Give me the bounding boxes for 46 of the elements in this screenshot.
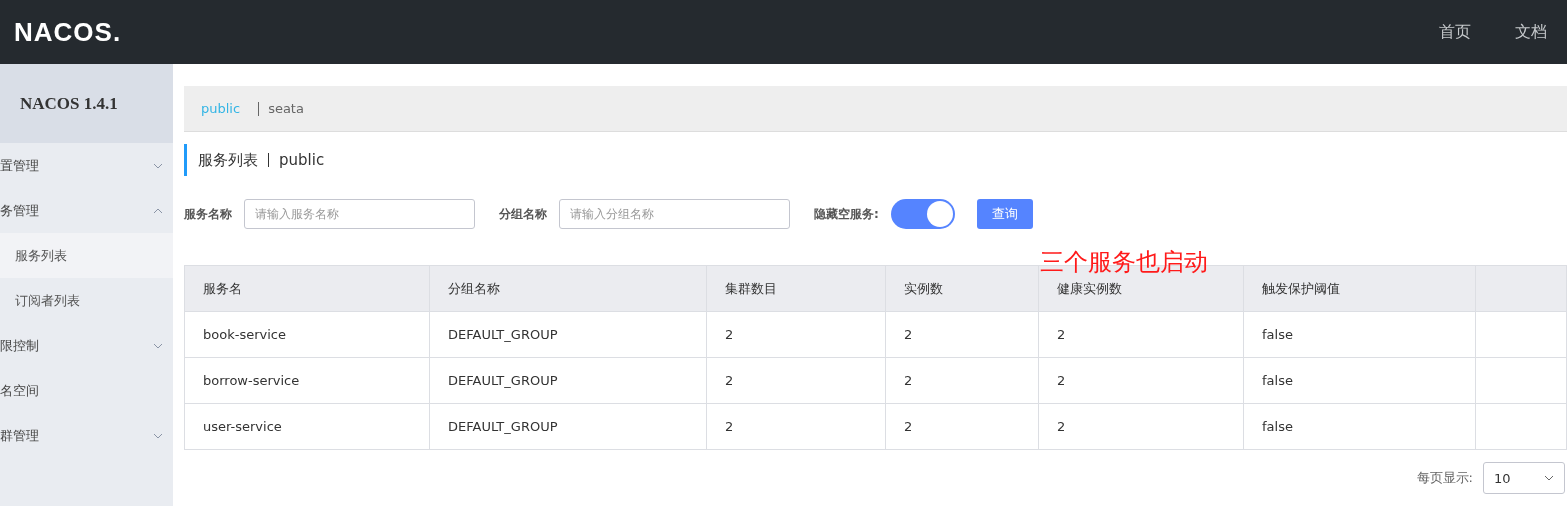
table-cell: DEFAULT_GROUP xyxy=(429,403,707,450)
table-cell: false xyxy=(1243,403,1476,450)
table-cell: 2 xyxy=(706,403,886,450)
chevron-icon xyxy=(1544,475,1554,481)
column-header: 实例数 xyxy=(885,265,1039,312)
column-header: 集群数目 xyxy=(706,265,886,312)
table-cell: user-service xyxy=(184,403,430,450)
sidebar-item[interactable]: 限控制 xyxy=(0,323,173,368)
table-cell: false xyxy=(1243,311,1476,358)
field-label: 分组名称 xyxy=(499,205,547,223)
page-size-select[interactable]: 10 xyxy=(1483,462,1565,494)
page-title: 服务列表 xyxy=(198,150,258,170)
table-cell: 2 xyxy=(1038,311,1244,358)
sidebar-subitem[interactable]: 服务列表 xyxy=(0,233,173,278)
service-name-field[interactable]: 请输入服务名称 xyxy=(244,199,475,229)
field-label: 隐藏空服务: xyxy=(814,205,879,223)
table-cell: 2 xyxy=(1038,403,1244,450)
table-cell: DEFAULT_GROUP xyxy=(429,311,707,358)
column-header: 分组名称 xyxy=(429,265,707,312)
table-cell: 2 xyxy=(1038,357,1244,404)
toggle-switch[interactable] xyxy=(890,199,955,229)
sidebar-item[interactable]: 置管理 xyxy=(0,143,173,188)
table-cell: false xyxy=(1243,357,1476,404)
group-name-field[interactable]: 请输入分组名称 xyxy=(559,199,790,229)
table-cell: 2 xyxy=(885,311,1039,358)
table-cell: 2 xyxy=(885,357,1039,404)
namespace-name: public xyxy=(279,151,325,169)
sidebar-title: NACOS 1.4.1 xyxy=(0,64,173,143)
nav-link[interactable]: 文档 xyxy=(1515,21,1547,43)
table-cell: 2 xyxy=(885,403,1039,450)
table-cell: borrow-service xyxy=(184,357,430,404)
table-cell: 2 xyxy=(706,357,886,404)
column-header: 服务名 xyxy=(184,265,430,312)
table-cell: DEFAULT_GROUP xyxy=(429,357,707,404)
sidebar-item[interactable]: 务管理 xyxy=(0,188,173,233)
nav-link[interactable]: 首页 xyxy=(1439,21,1471,43)
sidebar-subitem[interactable]: 订阅者列表 xyxy=(0,278,173,323)
sidebar-item[interactable]: 群管理 xyxy=(0,413,173,458)
sidebar-item[interactable]: 名空间 xyxy=(0,368,173,413)
namespace-link[interactable]: seata xyxy=(268,101,304,116)
field-label: 服务名称 xyxy=(184,205,232,223)
table-cell: book-service xyxy=(184,311,430,358)
logo[interactable]: NACOS. xyxy=(14,16,122,48)
column-header: 触发保护阈值 xyxy=(1243,265,1476,312)
page-size-label: 每页显示: xyxy=(1416,469,1473,487)
table-cell: 2 xyxy=(706,311,886,358)
